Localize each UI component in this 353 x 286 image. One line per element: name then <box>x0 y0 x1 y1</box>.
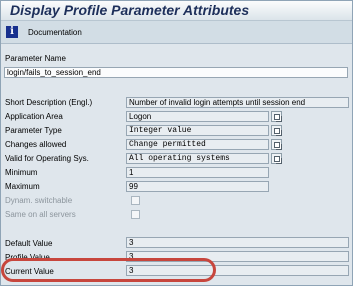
maximum-label: Maximum <box>5 182 40 191</box>
valid-for-os-field[interactable]: All operating systems <box>126 153 269 164</box>
application-area-label: Application Area <box>5 112 63 121</box>
short-description-field[interactable]: Number of invalid login attempts until s… <box>126 97 349 108</box>
documentation-label: Documentation <box>28 27 82 37</box>
profile-parameter-window: Display Profile Parameter Attributes i D… <box>0 0 353 286</box>
application-area-details-button[interactable] <box>271 111 282 122</box>
toolbar: i Documentation <box>1 21 352 44</box>
same-on-all-servers-label: Same on all servers <box>5 210 76 219</box>
maximum-field[interactable]: 99 <box>126 181 269 192</box>
info-icon: i <box>6 26 18 38</box>
window-title: Display Profile Parameter Attributes <box>10 2 250 18</box>
dynam-switchable-checkbox[interactable] <box>131 196 140 205</box>
short-description-label: Short Description (Engl.) <box>5 98 93 107</box>
parameter-name-field[interactable]: login/fails_to_session_end <box>4 67 348 78</box>
same-on-all-servers-checkbox[interactable] <box>131 210 140 219</box>
parameter-type-field[interactable]: Integer value <box>126 125 269 136</box>
default-value-field[interactable]: 3 <box>126 237 349 248</box>
documentation-button[interactable]: i Documentation <box>6 24 82 40</box>
changes-allowed-label: Changes allowed <box>5 140 67 149</box>
application-area-field[interactable]: Logon <box>126 111 269 122</box>
title-bar: Display Profile Parameter Attributes <box>1 1 352 21</box>
parameter-type-label: Parameter Type <box>5 126 62 135</box>
profile-value-field[interactable]: 3 <box>126 251 349 262</box>
parameter-name-label: Parameter Name <box>5 54 66 63</box>
minimum-field[interactable]: 1 <box>126 167 269 178</box>
profile-value-label: Profile Value <box>5 253 50 262</box>
dynam-switchable-label: Dynam. switchable <box>5 196 73 205</box>
valid-for-os-label: Valid for Operating Sys. <box>5 154 89 163</box>
valid-for-os-details-button[interactable] <box>271 153 282 164</box>
current-value-label: Current Value <box>5 267 54 276</box>
minimum-label: Minimum <box>5 168 38 177</box>
parameter-type-details-button[interactable] <box>271 125 282 136</box>
changes-allowed-field[interactable]: Change permitted <box>126 139 269 150</box>
default-value-label: Default Value <box>5 239 53 248</box>
current-value-field[interactable]: 3 <box>126 265 349 276</box>
changes-allowed-details-button[interactable] <box>271 139 282 150</box>
